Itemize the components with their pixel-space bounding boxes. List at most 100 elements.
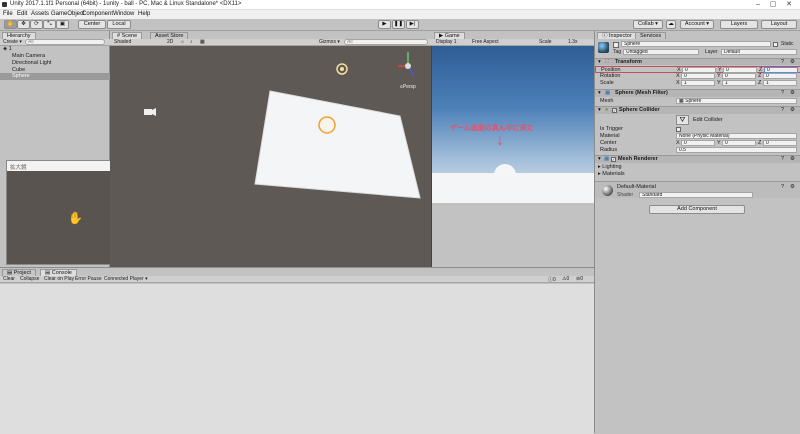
scale-tool-button[interactable]: ⤡ <box>43 20 56 29</box>
list-item[interactable]: Directional Light <box>12 60 51 66</box>
clear-button[interactable]: Clear <box>3 276 15 282</box>
maximize-button[interactable]: ▢ <box>766 0 780 10</box>
mode-2d-button[interactable]: 2D <box>167 39 173 45</box>
scale-y-field[interactable]: 1 <box>722 80 756 86</box>
mesh-filter-header[interactable]: ▾ ▦ Sphere (Mesh Filter) ? ⚙ <box>595 89 800 97</box>
mesh-field[interactable]: ▦ Sphere <box>676 98 797 104</box>
tab-services[interactable]: Services <box>635 32 667 39</box>
physic-material-field[interactable]: None (Physic Material) <box>676 133 797 139</box>
rotation-x-field[interactable]: 0 <box>681 73 715 79</box>
error-count-badge[interactable]: ⊘0 <box>576 276 583 282</box>
center-x-field[interactable]: 0 <box>681 140 715 146</box>
cloud-button[interactable]: ☁ <box>666 20 676 29</box>
warning-count-badge[interactable]: ⚠0 <box>562 276 569 282</box>
persp-label[interactable]: ≤Persp <box>400 84 416 90</box>
lighting-foldout[interactable]: ▸ Lighting <box>598 164 622 170</box>
move-tool-button[interactable]: ✥ <box>17 20 30 29</box>
materials-foldout[interactable]: ▸ Materials <box>598 171 625 177</box>
audio-toggle-icon[interactable]: ♪ <box>190 39 193 45</box>
menu-component[interactable]: Component <box>82 10 113 19</box>
hand-tool-button[interactable]: ✋ <box>4 20 17 29</box>
help-icon[interactable]: ? <box>781 156 784 162</box>
scene-search-input[interactable]: All <box>344 39 428 45</box>
scale-x-field[interactable]: 1 <box>681 80 715 86</box>
pivot-center-button[interactable]: Center <box>78 20 106 29</box>
settings-gear-icon[interactable]: ⚙ <box>790 59 795 65</box>
menu-file[interactable]: File <box>3 10 13 19</box>
settings-gear-icon[interactable]: ⚙ <box>790 184 795 190</box>
list-item-selected[interactable]: Sphere <box>0 73 110 80</box>
sphere-object[interactable] <box>318 116 336 134</box>
object-name-field[interactable]: Sphere <box>621 41 771 47</box>
rotation-z-field[interactable]: 0 <box>763 73 797 79</box>
orientation-gizmo-icon[interactable] <box>398 52 415 77</box>
collab-button[interactable]: Collab ▾ <box>633 20 663 29</box>
log-count-badge[interactable]: ⓘ0 <box>548 276 556 283</box>
collapse-button[interactable]: Collapse <box>20 276 39 282</box>
console-log-area[interactable] <box>0 284 594 434</box>
center-y-field[interactable]: 0 <box>722 140 756 146</box>
tab-asset-store[interactable]: Asset Store <box>150 32 189 39</box>
menu-window[interactable]: Window <box>113 10 134 19</box>
close-button[interactable]: ✕ <box>782 0 796 10</box>
help-icon[interactable]: ? <box>781 59 784 65</box>
help-icon[interactable]: ? <box>781 184 784 190</box>
is-trigger-checkbox[interactable] <box>676 127 681 132</box>
mesh-renderer-header[interactable]: ▾ ▦ ✓ Mesh Renderer ? ⚙ <box>595 155 800 163</box>
sun-light-icon[interactable] <box>336 63 348 75</box>
menu-gameobject[interactable]: GameObject <box>51 10 85 19</box>
scale-z-field[interactable]: 1 <box>763 80 797 86</box>
list-item[interactable]: Main Camera <box>12 53 45 59</box>
hierarchy-search-input[interactable]: All <box>25 39 105 45</box>
settings-gear-icon[interactable]: ⚙ <box>790 156 795 162</box>
shader-dropdown[interactable]: Standard <box>639 192 753 198</box>
lighting-toggle-icon[interactable]: ☼ <box>180 39 185 45</box>
camera-gizmo-icon[interactable] <box>144 108 156 116</box>
effects-toggle-icon[interactable]: ▦ <box>200 39 205 45</box>
settings-gear-icon[interactable]: ⚙ <box>790 90 795 96</box>
play-button[interactable]: ▶ <box>378 20 391 29</box>
radius-field[interactable]: 0.5 <box>676 147 797 153</box>
collider-enabled-checkbox[interactable]: ✓ <box>612 108 617 113</box>
add-component-button[interactable]: Add Component <box>649 205 745 214</box>
material-section[interactable]: Default-Material Shader Standard ? ⚙ <box>595 181 800 198</box>
layers-dropdown[interactable]: Layers <box>720 20 758 29</box>
cube-plane[interactable] <box>254 90 421 199</box>
scene-view[interactable]: # Scene Asset Store Shaded 2D ☼ ♪ ▦ Gizm… <box>110 31 432 267</box>
display-dropdown[interactable]: Display 1 <box>436 39 457 45</box>
scene-root-item[interactable]: ◈ 1 <box>3 46 12 52</box>
layer-dropdown[interactable]: Default <box>721 49 797 55</box>
gizmos-dropdown[interactable]: Gizmos ▾ <box>319 39 340 45</box>
rotation-y-field[interactable]: 0 <box>722 73 756 79</box>
clear-on-play-button[interactable]: Clear on Play <box>44 276 74 282</box>
help-icon[interactable]: ? <box>781 90 784 96</box>
account-button[interactable]: Account ▾ <box>680 20 714 29</box>
tab-hierarchy[interactable]: Hierarchy <box>2 32 36 39</box>
sphere-collider-header[interactable]: ▾ ● ✓ Sphere Collider ? ⚙ <box>595 106 800 114</box>
tag-dropdown[interactable]: Untagged <box>623 49 699 55</box>
minimize-button[interactable]: – <box>751 0 765 10</box>
settings-gear-icon[interactable]: ⚙ <box>790 107 795 113</box>
pause-button[interactable]: ❚❚ <box>392 20 405 29</box>
help-icon[interactable]: ? <box>781 107 784 113</box>
transform-header[interactable]: ▾ ⛶ Transform ? ⚙ <box>595 58 800 65</box>
connected-player-dropdown[interactable]: Connected Player ▾ <box>104 276 148 282</box>
menu-edit[interactable]: Edit <box>17 10 27 19</box>
active-checkbox[interactable] <box>613 42 619 48</box>
menu-assets[interactable]: Assets <box>31 10 49 19</box>
tab-scene[interactable]: # Scene <box>112 32 143 39</box>
rect-tool-button[interactable]: ▣ <box>56 20 69 29</box>
menu-help[interactable]: Help <box>138 10 150 19</box>
create-button[interactable]: Create ▾ <box>3 39 22 45</box>
static-checkbox[interactable] <box>773 42 778 47</box>
tab-game[interactable]: ▶ Game <box>434 32 465 39</box>
shading-dropdown[interactable]: Shaded <box>114 39 131 45</box>
aspect-dropdown[interactable]: Free Aspect <box>472 39 499 45</box>
tab-project[interactable]: ▤ Project <box>2 269 36 276</box>
center-z-field[interactable]: 0 <box>763 140 797 146</box>
error-pause-button[interactable]: Error Pause <box>75 276 102 282</box>
tab-inspector[interactable]: ⓘ Inspector <box>597 32 637 39</box>
layout-dropdown[interactable]: Layout <box>761 20 797 29</box>
local-space-button[interactable]: Local <box>107 20 131 29</box>
edit-collider-button[interactable]: ⛛ <box>676 115 689 125</box>
